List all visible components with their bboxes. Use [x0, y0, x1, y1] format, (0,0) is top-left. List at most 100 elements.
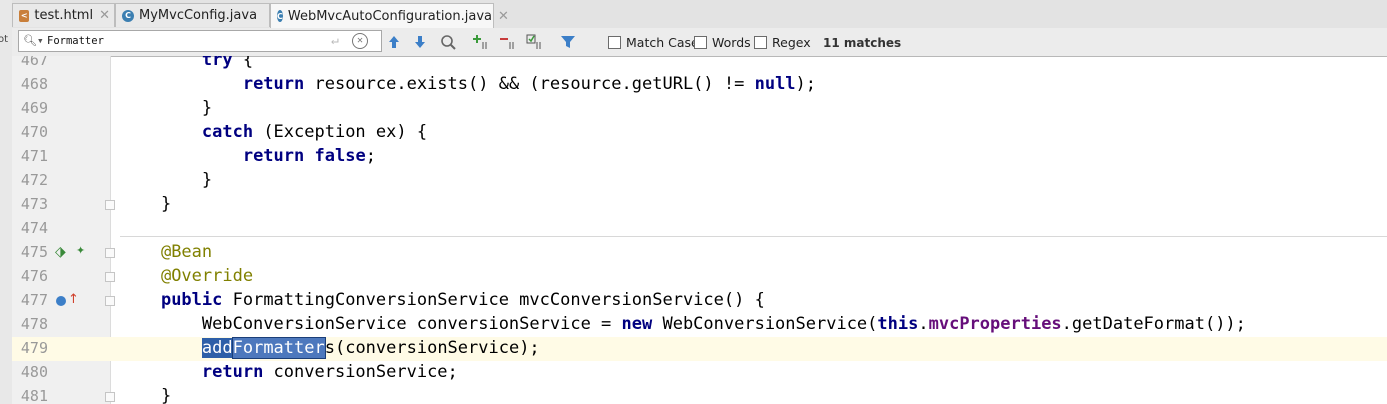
line-number: 478 [20, 315, 48, 333]
fold-marker-icon[interactable] [105, 296, 115, 306]
code-line[interactable]: 468 return resource.exists() && (resourc… [12, 73, 1387, 97]
code-line[interactable]: 481 } [12, 385, 1387, 404]
bean-icon[interactable]: ⬗ [55, 244, 66, 260]
code-line[interactable]: 474 [12, 217, 1387, 241]
code-text: WebConversionService conversionService =… [120, 314, 1246, 334]
tab-label: test.html [34, 8, 94, 23]
remove-occurrence-button[interactable] [498, 32, 518, 52]
tab-webmvcautoconfiguration[interactable]: C WebMvcAutoConfiguration.java ✕ [270, 3, 509, 28]
select-all-occurrences-button[interactable] [525, 32, 545, 52]
line-number: 467 [20, 56, 48, 69]
tab-mymvcconfig[interactable]: C MyMvcConfig.java [115, 3, 270, 27]
add-selection-icon [473, 35, 487, 49]
fold-marker-icon[interactable] [105, 248, 115, 258]
search-value: Formatter [47, 35, 104, 47]
code-text: public FormattingConversionService mvcCo… [160, 290, 765, 310]
code-text: return conversionService; [201, 362, 458, 382]
words-label: Words [712, 35, 751, 50]
line-number: 476 [20, 267, 48, 285]
match-count: 11 matches [823, 36, 902, 50]
next-occurrence-button[interactable] [410, 32, 430, 52]
code-line[interactable]: 469 } [12, 97, 1387, 121]
line-number: 480 [20, 363, 48, 381]
arrow-up-icon[interactable]: ↑ [68, 292, 79, 307]
code-text: } [120, 194, 172, 214]
checkbox-box[interactable] [754, 36, 767, 49]
line-number: 471 [20, 147, 48, 165]
line-number: 477 [20, 291, 48, 309]
line-number: 479 [20, 339, 48, 357]
line-number: 470 [20, 123, 48, 141]
code-text: addFormatters(conversionService); [201, 337, 540, 359]
filter-button[interactable] [558, 32, 578, 52]
code-line[interactable]: 478 WebConversionService conversionServi… [12, 313, 1387, 337]
add-occurrence-button[interactable] [471, 32, 491, 52]
code-text: catch (Exception ex) { [201, 122, 428, 142]
java-class-icon: C [122, 9, 134, 22]
bean-navigation-icon[interactable]: ✦ [76, 244, 85, 257]
regex-checkbox[interactable]: Regex [754, 35, 811, 50]
find-all-button[interactable] [438, 32, 458, 52]
code-text: try { [201, 56, 254, 70]
find-all-icon [441, 35, 456, 50]
search-match-highlight: Formatter [231, 337, 326, 359]
line-number: 468 [20, 75, 48, 93]
code-editor[interactable]: 467 try {468 return resource.exists() &&… [12, 56, 1387, 404]
line-number: 481 [20, 387, 48, 404]
code-text: return false; [242, 146, 376, 166]
code-line[interactable]: 479 addFormatters(conversionService); [12, 337, 1387, 361]
line-number: 474 [20, 219, 48, 237]
match-case-checkbox[interactable]: Match Case [608, 35, 699, 50]
regex-label: Regex [772, 35, 811, 50]
match-case-label: Match Case [626, 35, 699, 50]
code-text: } [120, 98, 213, 118]
tab-test-html[interactable]: < test.html ✕ [12, 3, 115, 27]
identifier-highlight: add [201, 338, 233, 358]
clear-icon[interactable]: ✕ [352, 33, 368, 49]
code-line[interactable]: 480 return conversionService; [12, 361, 1387, 385]
words-checkbox[interactable]: Words [694, 35, 751, 50]
line-number: 473 [20, 195, 48, 213]
line-number: 475 [20, 243, 48, 261]
line-number: 469 [20, 99, 48, 117]
fold-marker-icon[interactable] [105, 272, 115, 282]
arrow-down-icon [415, 36, 425, 48]
find-bar: 🔍︎▾ Formatter ↵ ✕ Match Case Words Regex… [12, 28, 1387, 57]
code-text: @Override [160, 266, 254, 286]
checkbox-box[interactable] [694, 36, 707, 49]
code-text: @Bean [160, 242, 213, 262]
left-strip-label: ot [0, 34, 9, 45]
method-separator [120, 236, 1387, 237]
code-text: return resource.exists() && (resource.ge… [242, 74, 817, 94]
editor-tab-bar: < test.html ✕ C MyMvcConfig.java C WebMv… [12, 0, 1387, 29]
search-input[interactable]: 🔍︎▾ Formatter ↵ ✕ [18, 30, 382, 52]
enter-icon: ↵ [331, 33, 339, 48]
overrides-method-icon[interactable] [56, 296, 66, 306]
tab-label: MyMvcConfig.java [139, 8, 258, 23]
close-icon[interactable]: ✕ [498, 9, 509, 24]
code-line[interactable]: 470 catch (Exception ex) { [12, 121, 1387, 145]
code-text: } [120, 386, 172, 404]
fold-marker-icon[interactable] [105, 200, 115, 210]
remove-selection-icon [500, 38, 514, 49]
code-line[interactable]: 471 return false; [12, 145, 1387, 169]
line-number: 472 [20, 171, 48, 189]
code-line[interactable]: 467 try { [12, 56, 1387, 73]
select-all-icon [526, 34, 541, 49]
code-text: } [120, 170, 213, 190]
code-line[interactable]: 473 } [12, 193, 1387, 217]
previous-occurrence-button[interactable] [384, 32, 404, 52]
close-icon[interactable]: ✕ [99, 8, 110, 23]
code-line[interactable]: 475 @Bean ⬗ ✦ [12, 241, 1387, 265]
search-icon[interactable]: 🔍︎▾ [23, 34, 44, 47]
code-line[interactable]: 476 @Override [12, 265, 1387, 289]
tab-label: WebMvcAutoConfiguration.java [287, 8, 492, 24]
filter-icon [561, 36, 575, 48]
java-class-icon: C [277, 10, 283, 22]
code-line[interactable]: 472 } [12, 169, 1387, 193]
checkbox-box[interactable] [608, 36, 621, 49]
code-line[interactable]: 477 public FormattingConversionService m… [12, 289, 1387, 313]
fold-marker-icon[interactable] [105, 392, 115, 402]
html-file-icon: < [19, 9, 30, 22]
arrow-up-icon [389, 36, 399, 48]
